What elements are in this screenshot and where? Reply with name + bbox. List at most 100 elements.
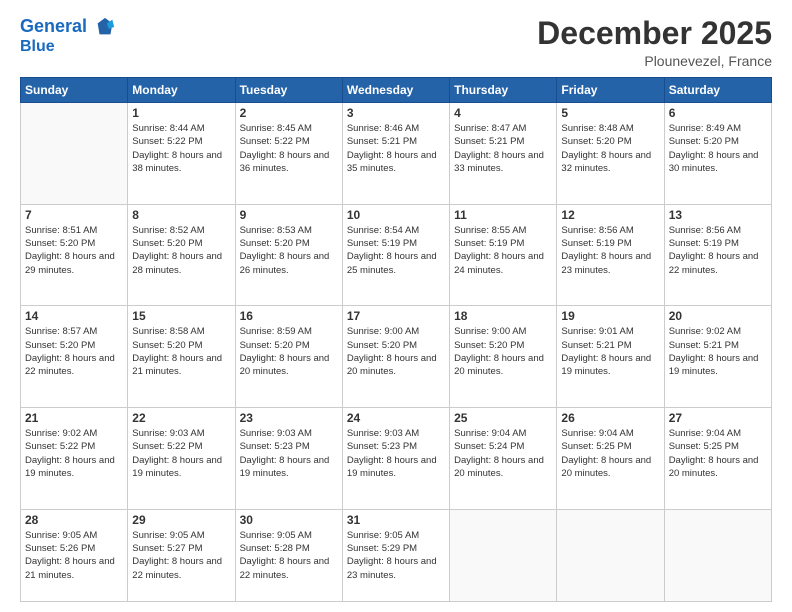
weekday-header-tuesday: Tuesday [235,78,342,103]
day-number: 13 [669,208,767,222]
calendar-cell: 14 Sunrise: 8:57 AM Sunset: 5:20 PM Dayl… [21,306,128,408]
day-info: Sunrise: 9:02 AM Sunset: 5:21 PM Dayligh… [669,325,767,378]
weekday-header-sunday: Sunday [21,78,128,103]
day-number: 1 [132,106,230,120]
weekday-header-row: SundayMondayTuesdayWednesdayThursdayFrid… [21,78,772,103]
day-number: 29 [132,513,230,527]
day-number: 26 [561,411,659,425]
day-info: Sunrise: 9:05 AM Sunset: 5:28 PM Dayligh… [240,529,338,582]
calendar-cell: 24 Sunrise: 9:03 AM Sunset: 5:23 PM Dayl… [342,408,449,510]
day-info: Sunrise: 8:56 AM Sunset: 5:19 PM Dayligh… [669,224,767,277]
calendar-cell: 31 Sunrise: 9:05 AM Sunset: 5:29 PM Dayl… [342,509,449,601]
week-row-4: 21 Sunrise: 9:02 AM Sunset: 5:22 PM Dayl… [21,408,772,510]
calendar-cell: 11 Sunrise: 8:55 AM Sunset: 5:19 PM Dayl… [450,204,557,306]
weekday-header-thursday: Thursday [450,78,557,103]
day-info: Sunrise: 9:00 AM Sunset: 5:20 PM Dayligh… [347,325,445,378]
calendar-cell [664,509,771,601]
day-number: 10 [347,208,445,222]
page: General Blue December 2025 Plounevezel, … [0,0,792,612]
calendar-cell: 21 Sunrise: 9:02 AM Sunset: 5:22 PM Dayl… [21,408,128,510]
calendar-cell: 10 Sunrise: 8:54 AM Sunset: 5:19 PM Dayl… [342,204,449,306]
calendar-cell [557,509,664,601]
day-number: 20 [669,309,767,323]
calendar-cell: 30 Sunrise: 9:05 AM Sunset: 5:28 PM Dayl… [235,509,342,601]
day-number: 4 [454,106,552,120]
day-number: 3 [347,106,445,120]
day-info: Sunrise: 9:03 AM Sunset: 5:22 PM Dayligh… [132,427,230,480]
calendar-cell: 8 Sunrise: 8:52 AM Sunset: 5:20 PM Dayli… [128,204,235,306]
week-row-5: 28 Sunrise: 9:05 AM Sunset: 5:26 PM Dayl… [21,509,772,601]
calendar-cell: 6 Sunrise: 8:49 AM Sunset: 5:20 PM Dayli… [664,103,771,205]
calendar-cell: 15 Sunrise: 8:58 AM Sunset: 5:20 PM Dayl… [128,306,235,408]
day-number: 14 [25,309,123,323]
calendar-cell [450,509,557,601]
day-number: 6 [669,106,767,120]
logo-text: General [20,16,116,38]
calendar-cell: 26 Sunrise: 9:04 AM Sunset: 5:25 PM Dayl… [557,408,664,510]
calendar-cell: 9 Sunrise: 8:53 AM Sunset: 5:20 PM Dayli… [235,204,342,306]
calendar-cell: 3 Sunrise: 8:46 AM Sunset: 5:21 PM Dayli… [342,103,449,205]
day-number: 24 [347,411,445,425]
calendar-cell: 4 Sunrise: 8:47 AM Sunset: 5:21 PM Dayli… [450,103,557,205]
day-info: Sunrise: 9:05 AM Sunset: 5:29 PM Dayligh… [347,529,445,582]
day-number: 2 [240,106,338,120]
day-number: 16 [240,309,338,323]
day-info: Sunrise: 8:53 AM Sunset: 5:20 PM Dayligh… [240,224,338,277]
day-number: 11 [454,208,552,222]
day-number: 18 [454,309,552,323]
weekday-header-wednesday: Wednesday [342,78,449,103]
week-row-3: 14 Sunrise: 8:57 AM Sunset: 5:20 PM Dayl… [21,306,772,408]
day-number: 27 [669,411,767,425]
day-info: Sunrise: 9:04 AM Sunset: 5:24 PM Dayligh… [454,427,552,480]
day-info: Sunrise: 9:04 AM Sunset: 5:25 PM Dayligh… [561,427,659,480]
day-number: 19 [561,309,659,323]
day-info: Sunrise: 9:01 AM Sunset: 5:21 PM Dayligh… [561,325,659,378]
day-info: Sunrise: 8:52 AM Sunset: 5:20 PM Dayligh… [132,224,230,277]
weekday-header-monday: Monday [128,78,235,103]
day-number: 23 [240,411,338,425]
calendar-cell: 20 Sunrise: 9:02 AM Sunset: 5:21 PM Dayl… [664,306,771,408]
logo-icon [94,16,116,38]
day-info: Sunrise: 8:49 AM Sunset: 5:20 PM Dayligh… [669,122,767,175]
day-info: Sunrise: 8:51 AM Sunset: 5:20 PM Dayligh… [25,224,123,277]
calendar-cell: 23 Sunrise: 9:03 AM Sunset: 5:23 PM Dayl… [235,408,342,510]
day-info: Sunrise: 9:03 AM Sunset: 5:23 PM Dayligh… [347,427,445,480]
day-number: 22 [132,411,230,425]
calendar-cell: 18 Sunrise: 9:00 AM Sunset: 5:20 PM Dayl… [450,306,557,408]
day-info: Sunrise: 8:44 AM Sunset: 5:22 PM Dayligh… [132,122,230,175]
day-info: Sunrise: 8:47 AM Sunset: 5:21 PM Dayligh… [454,122,552,175]
calendar-cell: 2 Sunrise: 8:45 AM Sunset: 5:22 PM Dayli… [235,103,342,205]
calendar-cell [21,103,128,205]
month-title: December 2025 [537,16,772,51]
day-number: 30 [240,513,338,527]
day-number: 15 [132,309,230,323]
day-info: Sunrise: 8:55 AM Sunset: 5:19 PM Dayligh… [454,224,552,277]
day-number: 17 [347,309,445,323]
day-info: Sunrise: 9:04 AM Sunset: 5:25 PM Dayligh… [669,427,767,480]
calendar-cell: 1 Sunrise: 8:44 AM Sunset: 5:22 PM Dayli… [128,103,235,205]
day-info: Sunrise: 8:57 AM Sunset: 5:20 PM Dayligh… [25,325,123,378]
day-info: Sunrise: 8:58 AM Sunset: 5:20 PM Dayligh… [132,325,230,378]
calendar-cell: 25 Sunrise: 9:04 AM Sunset: 5:24 PM Dayl… [450,408,557,510]
day-number: 21 [25,411,123,425]
day-number: 25 [454,411,552,425]
calendar-cell: 5 Sunrise: 8:48 AM Sunset: 5:20 PM Dayli… [557,103,664,205]
calendar-cell: 16 Sunrise: 8:59 AM Sunset: 5:20 PM Dayl… [235,306,342,408]
calendar-cell: 19 Sunrise: 9:01 AM Sunset: 5:21 PM Dayl… [557,306,664,408]
day-info: Sunrise: 9:05 AM Sunset: 5:27 PM Dayligh… [132,529,230,582]
calendar-cell: 13 Sunrise: 8:56 AM Sunset: 5:19 PM Dayl… [664,204,771,306]
logo: General Blue [20,16,116,56]
week-row-2: 7 Sunrise: 8:51 AM Sunset: 5:20 PM Dayli… [21,204,772,306]
day-info: Sunrise: 9:00 AM Sunset: 5:20 PM Dayligh… [454,325,552,378]
day-info: Sunrise: 8:59 AM Sunset: 5:20 PM Dayligh… [240,325,338,378]
day-info: Sunrise: 9:03 AM Sunset: 5:23 PM Dayligh… [240,427,338,480]
week-row-1: 1 Sunrise: 8:44 AM Sunset: 5:22 PM Dayli… [21,103,772,205]
day-info: Sunrise: 9:02 AM Sunset: 5:22 PM Dayligh… [25,427,123,480]
calendar-cell: 29 Sunrise: 9:05 AM Sunset: 5:27 PM Dayl… [128,509,235,601]
title-block: December 2025 Plounevezel, France [537,16,772,69]
calendar-cell: 12 Sunrise: 8:56 AM Sunset: 5:19 PM Dayl… [557,204,664,306]
day-info: Sunrise: 8:48 AM Sunset: 5:20 PM Dayligh… [561,122,659,175]
weekday-header-friday: Friday [557,78,664,103]
location: Plounevezel, France [537,53,772,69]
day-number: 7 [25,208,123,222]
